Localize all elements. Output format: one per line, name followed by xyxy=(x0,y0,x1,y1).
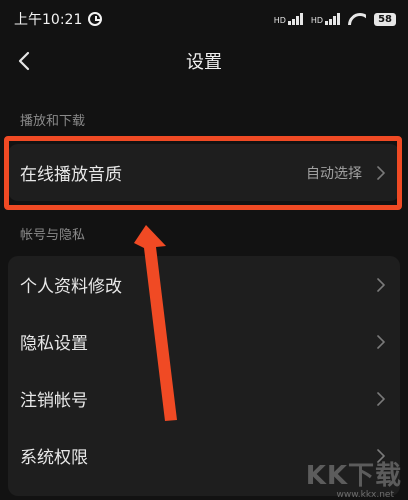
page-title: 设置 xyxy=(186,52,222,73)
status-left: 上午10:21 xyxy=(14,9,103,29)
chevron-right-icon xyxy=(377,334,385,349)
row-label: 隐私设置 xyxy=(20,334,88,354)
section-label-playback: 播放和下载 xyxy=(20,114,86,129)
signal-tag-2: HD xyxy=(310,16,324,25)
wifi-icon xyxy=(348,13,366,25)
setting-row-privacy[interactable]: 隐私设置 xyxy=(8,313,400,370)
setting-row-profile[interactable]: 个人资料修改 xyxy=(8,256,400,313)
back-arrow-icon[interactable] xyxy=(14,50,36,72)
setting-row-deactivate[interactable]: 注销帐号 xyxy=(8,370,400,427)
signal-1: HD xyxy=(274,13,303,25)
battery-icon: 58 xyxy=(374,12,396,26)
section-label-account: 帐号与隐私 xyxy=(20,228,86,243)
header: 设置 xyxy=(0,38,408,84)
row-label: 个人资料修改 xyxy=(20,277,122,297)
watermark-url: www.kkx.net xyxy=(336,490,395,500)
watermark-logo: KK下载 xyxy=(305,461,402,491)
status-time: 上午10:21 xyxy=(14,12,83,28)
status-bar: 上午10:21 HD HD 58 xyxy=(0,0,408,38)
signal-2: HD xyxy=(310,13,341,25)
status-right: HD HD 58 xyxy=(274,12,396,26)
alarm-icon xyxy=(88,12,103,26)
row-label: 注销帐号 xyxy=(20,391,88,411)
chevron-right-icon xyxy=(377,277,385,292)
signal-icon xyxy=(287,13,303,25)
signal-tag-1: HD xyxy=(273,16,286,25)
chevron-right-icon xyxy=(377,391,385,406)
highlight-box xyxy=(4,136,402,210)
signal-icon xyxy=(325,13,341,25)
